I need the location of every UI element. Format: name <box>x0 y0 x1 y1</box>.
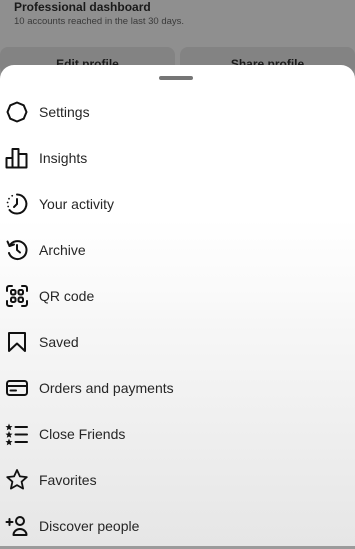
menu-item-favorites[interactable]: Favorites <box>0 457 355 503</box>
menu-item-orders-and-payments[interactable]: Orders and payments <box>0 365 355 411</box>
menu-item-insights[interactable]: Insights <box>0 135 355 181</box>
menu-item-label: Discover people <box>39 518 140 534</box>
menu-item-your-activity[interactable]: Your activity <box>0 181 355 227</box>
menu-item-discover-people[interactable]: Discover people <box>0 503 355 549</box>
menu-item-close-friends[interactable]: Close Friends <box>0 411 355 457</box>
menu-item-label: Close Friends <box>39 426 126 442</box>
menu-item-settings[interactable]: Settings <box>0 89 355 135</box>
settings-icon <box>5 100 29 124</box>
star-icon <box>5 468 29 492</box>
menu-item-label: QR code <box>39 288 95 304</box>
bookmark-icon <box>5 330 29 354</box>
professional-dashboard-title[interactable]: Professional dashboard <box>14 0 151 14</box>
card-icon <box>5 376 29 400</box>
menu-item-label: Settings <box>39 104 90 120</box>
menu-item-qr-code[interactable]: QR code <box>0 273 355 319</box>
menu-item-label: Orders and payments <box>39 380 174 396</box>
insights-icon <box>5 146 29 170</box>
menu-item-label: Archive <box>39 242 86 258</box>
menu-item-label: Saved <box>39 334 79 350</box>
menu-bottom-sheet: Settings Insights Your activity Archive … <box>0 65 355 546</box>
archive-icon <box>5 238 29 262</box>
close-friends-icon <box>5 422 29 446</box>
add-person-icon <box>5 514 29 538</box>
menu-item-label: Favorites <box>39 472 97 488</box>
professional-dashboard-subtitle: 10 accounts reached in the last 30 days. <box>14 16 185 27</box>
menu-item-label: Your activity <box>39 196 114 212</box>
menu-item-archive[interactable]: Archive <box>0 227 355 273</box>
drag-handle[interactable] <box>159 76 193 80</box>
menu-item-saved[interactable]: Saved <box>0 319 355 365</box>
menu-item-label: Insights <box>39 150 88 166</box>
qr-code-icon <box>5 284 29 308</box>
activity-icon <box>5 192 29 216</box>
